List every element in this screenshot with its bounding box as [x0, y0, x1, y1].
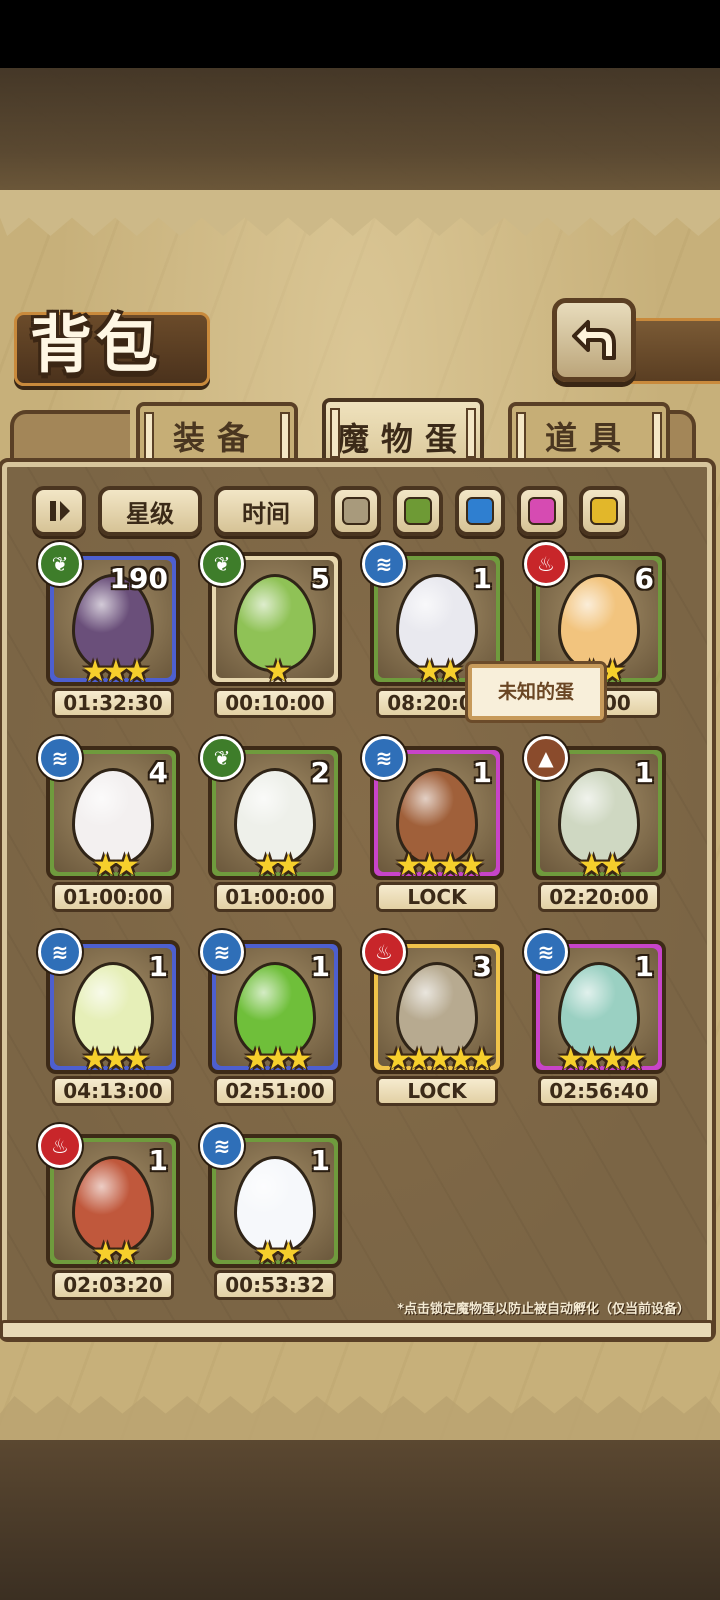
egg-star-rating: ★★★★ — [557, 1042, 647, 1074]
color-filter-pink[interactable] — [517, 486, 567, 536]
water-element-icon: ≋ — [200, 1124, 244, 1168]
egg-count: 6 — [634, 562, 654, 595]
egg-card[interactable]: 1 ★★★★ ≋ LOCK — [362, 736, 504, 914]
egg-star-rating: ★★ — [92, 1236, 140, 1268]
egg-tooltip: 未知的蛋 — [465, 661, 607, 723]
tab-monster-eggs[interactable]: 魔物蛋 — [322, 398, 484, 472]
egg-star-rating: ★★ — [92, 848, 140, 880]
egg-star-rating: ★★★ — [81, 654, 151, 686]
hatch-timer: 01:32:30 — [52, 688, 174, 718]
egg-card[interactable]: 1 ★★★ ≋ 04:13:00 — [38, 930, 180, 1108]
color-filter-gray[interactable] — [331, 486, 381, 536]
egg-count: 1 — [634, 756, 654, 789]
egg-card[interactable]: 190 ★★★ ❦ 01:32:30 — [38, 542, 180, 720]
egg-star-rating: ★★★★★ — [384, 1042, 495, 1074]
hatch-timer: 02:20:00 — [538, 882, 660, 912]
sort-order-icon — [50, 501, 70, 521]
page-title: 背包 — [30, 308, 163, 381]
egg-card[interactable]: 5 ★ ❦ 00:10:00 — [200, 542, 342, 720]
water-element-icon: ≋ — [38, 736, 82, 780]
egg-star-rating: ★★ — [254, 848, 302, 880]
hatch-timer: 02:03:20 — [52, 1270, 174, 1300]
water-element-icon: ≋ — [362, 736, 406, 780]
hatch-timer: LOCK — [376, 882, 498, 912]
egg-card[interactable]: 1 ★★ ▲ 02:20:00 — [524, 736, 666, 914]
egg-count: 4 — [148, 756, 168, 789]
egg-count: 5 — [310, 562, 330, 595]
status-bar — [0, 0, 720, 68]
egg-card[interactable]: 1 ★★★ ≋ 02:51:00 — [200, 930, 342, 1108]
hatch-timer: 00:10:00 — [214, 688, 336, 718]
egg-count: 3 — [472, 950, 492, 983]
egg-star-rating: ★★ — [578, 848, 626, 880]
leaf-element-icon: ❦ — [200, 542, 244, 586]
egg-count: 190 — [109, 562, 168, 595]
egg-count: 1 — [634, 950, 654, 983]
egg-card[interactable]: 3 ★★★★★ ♨ LOCK — [362, 930, 504, 1108]
torn-edge-bottom — [0, 1396, 720, 1440]
lock-hint-footnote: *点击锁定魔物蛋以防止被自动孵化（仅当前设备） — [397, 1302, 690, 1317]
leaf-element-icon: ❦ — [38, 542, 82, 586]
egg-star-rating: ★★★ — [81, 1042, 151, 1074]
return-arrow-icon — [572, 320, 616, 360]
egg-card[interactable]: 4 ★★ ≋ 01:00:00 — [38, 736, 180, 914]
hatch-timer: 00:53:32 — [214, 1270, 336, 1300]
egg-count: 1 — [472, 756, 492, 789]
egg-card[interactable]: 2 ★★ ❦ 01:00:00 — [200, 736, 342, 914]
water-element-icon: ≋ — [200, 930, 244, 974]
egg-count: 1 — [310, 1144, 330, 1177]
hatch-timer: 02:56:40 — [538, 1076, 660, 1106]
egg-star-rating: ★★★★ — [395, 848, 485, 880]
panel-bottom-frame — [0, 1320, 714, 1340]
color-swatch — [342, 497, 370, 525]
sort-by-time-button[interactable]: 时间 — [214, 486, 318, 536]
egg-card[interactable]: 1 ★★★★ ≋ 02:56:40 — [524, 930, 666, 1108]
tab-equipment[interactable]: 装备 — [136, 402, 298, 466]
color-filter-yellow[interactable] — [579, 486, 629, 536]
egg-card[interactable]: 1 ★★ ≋ 00:53:32 — [200, 1124, 342, 1302]
water-element-icon: ≋ — [362, 542, 406, 586]
color-filter-green[interactable] — [393, 486, 443, 536]
egg-count: 1 — [148, 1144, 168, 1177]
egg-card[interactable]: 1 ★★ ♨ 02:03:20 — [38, 1124, 180, 1302]
back-button[interactable] — [552, 298, 636, 382]
water-element-icon: ≋ — [38, 930, 82, 974]
fire-element-icon: ♨ — [524, 542, 568, 586]
hatch-timer: 04:13:00 — [52, 1076, 174, 1106]
egg-count: 1 — [310, 950, 330, 983]
bottom-shade — [0, 1440, 720, 1600]
egg-count: 1 — [472, 562, 492, 595]
egg-star-rating: ★★★ — [243, 1042, 313, 1074]
water-element-icon: ≋ — [524, 930, 568, 974]
hatch-timer: LOCK — [376, 1076, 498, 1106]
egg-star-rating: ★★ — [254, 1236, 302, 1268]
color-swatch — [590, 497, 618, 525]
egg-count: 1 — [148, 950, 168, 983]
color-swatch — [404, 497, 432, 525]
tab-bar-right-edge — [670, 410, 696, 466]
color-swatch — [528, 497, 556, 525]
fire-element-icon: ♨ — [38, 1124, 82, 1168]
earth-element-icon: ▲ — [524, 736, 568, 780]
top-shade — [0, 68, 720, 190]
tab-bar-left-edge — [10, 410, 130, 466]
hatch-timer: 01:00:00 — [214, 882, 336, 912]
hatch-timer: 02:51:00 — [214, 1076, 336, 1106]
leaf-element-icon: ❦ — [200, 736, 244, 780]
sort-order-button[interactable] — [32, 486, 86, 536]
hatch-timer: 01:00:00 — [52, 882, 174, 912]
egg-count: 2 — [310, 756, 330, 789]
color-filter-blue[interactable] — [455, 486, 505, 536]
fire-element-icon: ♨ — [362, 930, 406, 974]
egg-star-rating: ★ — [264, 654, 292, 686]
sort-by-star-button[interactable]: 星级 — [98, 486, 202, 536]
color-swatch — [466, 497, 494, 525]
tab-items[interactable]: 道具 — [508, 402, 670, 466]
